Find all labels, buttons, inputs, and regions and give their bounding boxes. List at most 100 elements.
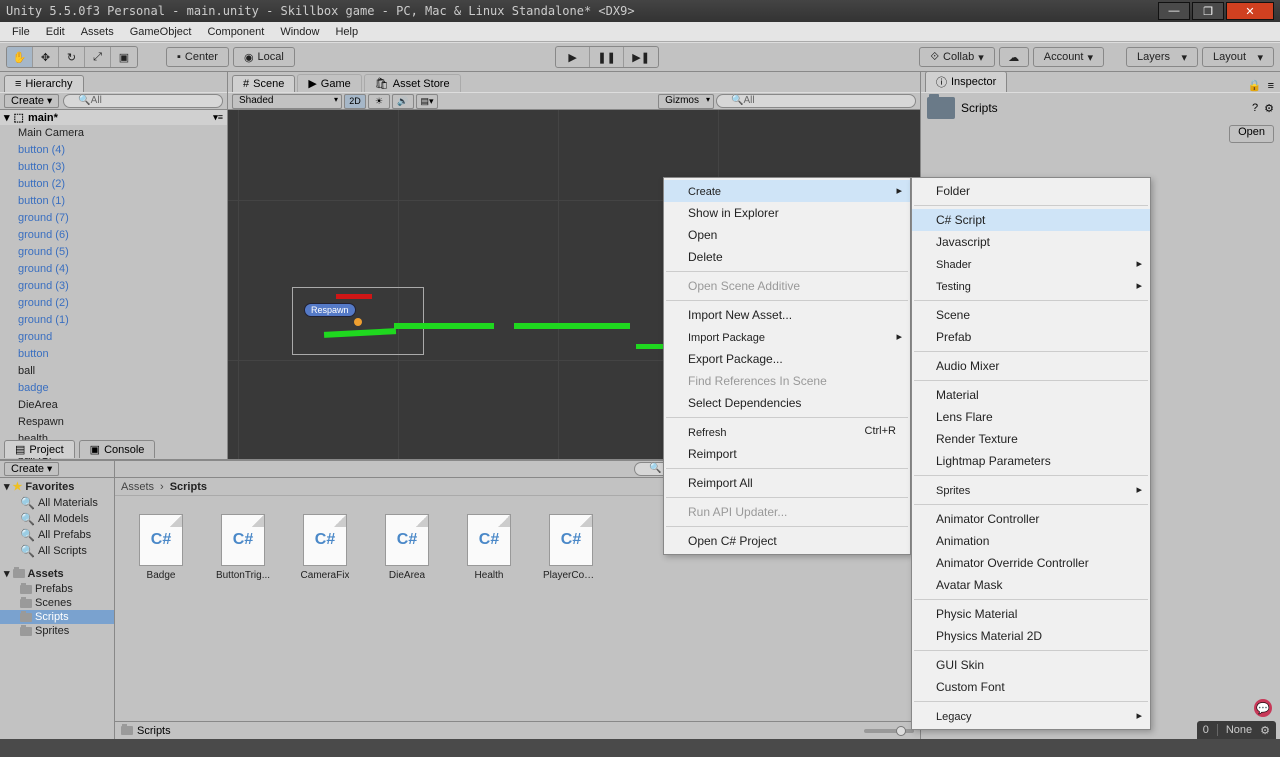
step-button[interactable]: ▶❚	[624, 47, 658, 67]
script-file[interactable]: C#ButtonTrig...	[215, 514, 271, 703]
pause-button[interactable]: ❚❚	[590, 47, 624, 67]
minimize-button[interactable]: —	[1158, 2, 1190, 20]
local-space-button[interactable]: ◉Local	[233, 47, 295, 67]
ctx-animator-controller[interactable]: Animator Controller	[912, 508, 1150, 530]
hierarchy-item[interactable]: badge	[0, 380, 227, 397]
ctx-avatar-mask[interactable]: Avatar Mask	[912, 574, 1150, 596]
ctx-material[interactable]: Material	[912, 384, 1150, 406]
hierarchy-item[interactable]: Main Camera	[0, 125, 227, 142]
hierarchy-item[interactable]: ground (4)	[0, 261, 227, 278]
asset-folder[interactable]: Scenes	[0, 596, 114, 610]
ctx-shader[interactable]: Shader▸	[912, 253, 1150, 275]
ctx-audio-mixer[interactable]: Audio Mixer	[912, 355, 1150, 377]
ctx-select-deps[interactable]: Select Dependencies	[664, 392, 910, 414]
play-button[interactable]: ▶	[556, 47, 590, 67]
cloud-button[interactable]: ☁	[999, 47, 1029, 67]
menu-help[interactable]: Help	[327, 24, 366, 40]
2d-toggle[interactable]: 2D	[344, 94, 366, 109]
favorites-header[interactable]: ▾★Favorites	[0, 478, 114, 495]
ctx-delete[interactable]: Delete	[664, 246, 910, 268]
open-button[interactable]: Open	[1229, 125, 1274, 143]
notification-bubble-icon[interactable]: 💬	[1254, 699, 1272, 717]
script-file[interactable]: C#DieArea	[379, 514, 435, 703]
game-tab[interactable]: ▶Game	[297, 74, 361, 92]
hierarchy-item[interactable]: ground	[0, 329, 227, 346]
ctx-sprites[interactable]: Sprites▸	[912, 479, 1150, 501]
hierarchy-item[interactable]: button	[0, 346, 227, 363]
script-file[interactable]: C#PlayerCont...	[543, 514, 599, 703]
ctx-lens-flare[interactable]: Lens Flare	[912, 406, 1150, 428]
ctx-show-explorer[interactable]: Show in Explorer	[664, 202, 910, 224]
asset-folder[interactable]: Prefabs	[0, 582, 114, 596]
pivot-gizmo[interactable]	[354, 318, 362, 326]
hierarchy-create-button[interactable]: Create ▾	[4, 94, 59, 108]
hierarchy-item[interactable]: ground (5)	[0, 244, 227, 261]
hierarchy-item[interactable]: ground (6)	[0, 227, 227, 244]
move-tool[interactable]: ✥	[33, 47, 59, 67]
project-tab[interactable]: ▤Project	[4, 440, 75, 458]
account-dropdown[interactable]: Account▾	[1033, 47, 1104, 67]
maximize-button[interactable]: ❐	[1192, 2, 1224, 20]
lock-icon[interactable]: 🔒	[1248, 79, 1262, 92]
hierarchy-item[interactable]: Respawn	[0, 414, 227, 431]
layers-dropdown[interactable]: Layers▾	[1126, 47, 1198, 67]
ctx-import-asset[interactable]: Import New Asset...	[664, 304, 910, 326]
menu-component[interactable]: Component	[199, 24, 272, 40]
ctx-open-cs-project[interactable]: Open C# Project	[664, 530, 910, 552]
audio-toggle[interactable]: 🔊	[392, 94, 414, 109]
menu-edit[interactable]: Edit	[38, 24, 73, 40]
hierarchy-tab[interactable]: ≡Hierarchy	[4, 75, 84, 92]
ctx-folder[interactable]: Folder	[912, 180, 1150, 202]
menu-icon[interactable]: ≡	[1268, 80, 1274, 92]
project-create-button[interactable]: Create ▾	[4, 462, 59, 476]
hierarchy-item[interactable]: ground (1)	[0, 312, 227, 329]
hierarchy-item[interactable]: ground (3)	[0, 278, 227, 295]
close-button[interactable]: ✕	[1226, 2, 1274, 20]
scale-tool[interactable]: ⤢	[85, 47, 111, 67]
console-tab[interactable]: ▣Console	[79, 440, 156, 458]
hierarchy-item[interactable]: button (3)	[0, 159, 227, 176]
ctx-physic-material[interactable]: Physic Material	[912, 603, 1150, 625]
ctx-import-package[interactable]: Import Package▸	[664, 326, 910, 348]
asset-folder[interactable]: Sprites	[0, 624, 114, 638]
ctx-refresh[interactable]: RefreshCtrl+R	[664, 421, 910, 443]
hierarchy-item[interactable]: ground (7)	[0, 210, 227, 227]
asset-folder-selected[interactable]: Scripts	[0, 610, 114, 624]
help-icon[interactable]: ?	[1252, 102, 1258, 114]
fx-toggle[interactable]: ▤▾	[416, 94, 438, 109]
zoom-slider[interactable]	[864, 729, 914, 733]
fav-item[interactable]: 🔍All Prefabs	[0, 527, 114, 543]
rotate-tool[interactable]: ↻	[59, 47, 85, 67]
ctx-animator-override[interactable]: Animator Override Controller	[912, 552, 1150, 574]
gizmos-dropdown[interactable]: Gizmos	[658, 94, 714, 109]
script-file[interactable]: C#Health	[461, 514, 517, 703]
shading-mode-dropdown[interactable]: Shaded	[232, 94, 342, 109]
asset-store-tab[interactable]: 🛍Asset Store	[364, 74, 461, 92]
ctx-javascript[interactable]: Javascript	[912, 231, 1150, 253]
rect-tool[interactable]: ▣	[111, 47, 137, 67]
scene-row[interactable]: ▾ ⬚ main* ▾≡	[0, 110, 227, 125]
menu-assets[interactable]: Assets	[73, 24, 122, 40]
ctx-reimport[interactable]: Reimport	[664, 443, 910, 465]
ctx-cs-script[interactable]: C# Script	[912, 209, 1150, 231]
breadcrumb-root[interactable]: Assets	[121, 481, 154, 493]
menu-file[interactable]: File	[4, 24, 38, 40]
hierarchy-item[interactable]: DieArea	[0, 397, 227, 414]
script-file[interactable]: C#Badge	[133, 514, 189, 703]
scene-search[interactable]: 🔍All	[716, 94, 916, 108]
respawn-gizmo[interactable]: Respawn	[304, 303, 356, 317]
ctx-prefab[interactable]: Prefab	[912, 326, 1150, 348]
gear-icon[interactable]: ⚙	[1264, 102, 1274, 115]
ctx-legacy[interactable]: Legacy▸	[912, 705, 1150, 727]
scene-menu-icon[interactable]: ▾≡	[213, 112, 223, 123]
hierarchy-item[interactable]: button (1)	[0, 193, 227, 210]
layout-dropdown[interactable]: Layout▾	[1202, 47, 1274, 67]
inspector-tab[interactable]: ⓘInspector	[925, 71, 1007, 92]
script-file[interactable]: C#CameraFix	[297, 514, 353, 703]
hand-tool[interactable]: ✋	[7, 47, 33, 67]
hierarchy-item[interactable]: button (4)	[0, 142, 227, 159]
ctx-scene[interactable]: Scene	[912, 304, 1150, 326]
ctx-lightmap-params[interactable]: Lightmap Parameters	[912, 450, 1150, 472]
fav-item[interactable]: 🔍All Models	[0, 511, 114, 527]
hierarchy-item[interactable]: ball	[0, 363, 227, 380]
